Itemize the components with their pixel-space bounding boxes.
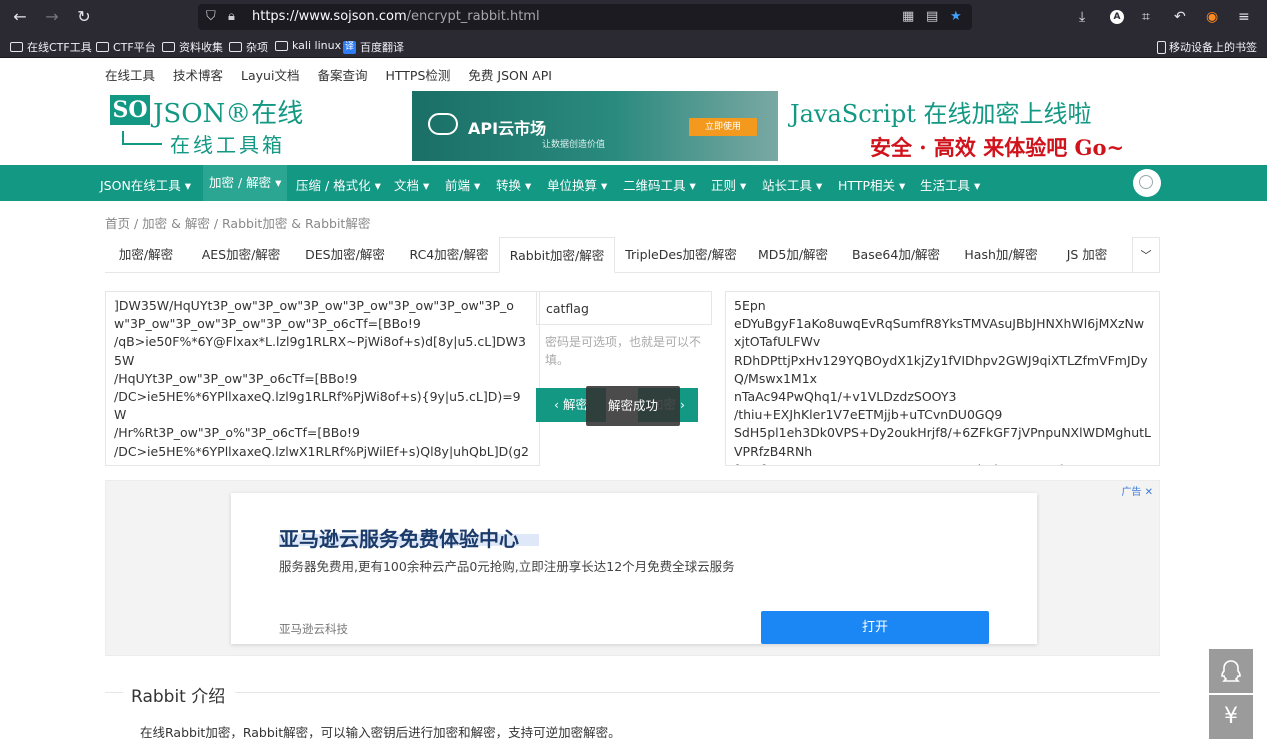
tab-base64[interactable]: Base64加/解密 [843,237,949,273]
intro-text: 在线Rabbit加密，Rabbit解密，可以输入密钥后进行加密和解密，支持可逆加… [140,725,621,740]
nav-unit-convert[interactable]: 单位换算 ▾ [547,175,607,194]
divider [235,692,1160,693]
toplink[interactable]: HTTPS检测 [385,65,450,84]
toplink[interactable]: 免费 JSON API [468,65,552,84]
ad-brand: 亚马逊云科技 [279,622,348,636]
banner-button[interactable]: 立即使用 [689,118,757,136]
folder-icon [162,42,175,52]
bookmark-item[interactable]: 杂项 [229,39,268,55]
nav-json-tools[interactable]: JSON在线工具 ▾ [100,175,191,194]
bookmarks-bar: 在线CTF工具 CTF平台 资料收集 杂项 kali linux 译百度翻译 移… [0,34,1267,58]
menu-icon[interactable]: ≡ [1238,8,1250,26]
tab-rc4[interactable]: RC4加密/解密 [399,237,499,273]
site-logo[interactable]: SO JSON®在线 在线工具箱 [110,93,310,159]
logo-arrow-icon [122,131,162,145]
cloud-icon [428,113,458,135]
nav-regex[interactable]: 正则 ▾ [711,175,746,194]
decrypt-label: 解密 [562,397,588,412]
qq-icon[interactable] [1209,649,1253,693]
nav-qrcode[interactable]: 二维码工具 ▾ [623,175,696,194]
chevron-down-icon[interactable]: ﹀ [1132,237,1160,273]
tab-tripledes[interactable]: TripleDes加密/解密 [619,237,743,273]
ad-description: 服务器免费用,更有100余种云产品0元抢购,立即注册享长达12个月免费全球云服务 [279,559,735,574]
tab-md5[interactable]: MD5加/解密 [749,237,837,273]
nav-encrypt-decrypt[interactable]: 加密 / 解密 ▾ [203,165,288,201]
toplink[interactable]: 在线工具 [105,65,155,84]
logo-so: SO [110,95,150,125]
qr-code-icon[interactable]: ▦ [902,9,914,24]
reload-icon[interactable]: ↻ [76,9,92,25]
reader-view-icon[interactable]: ▤ [926,9,938,24]
nav-convert[interactable]: 转换 ▾ [496,175,531,194]
nav-docs[interactable]: 文档 ▾ [394,175,429,194]
nav-compress-format[interactable]: 压缩 / 格式化 ▾ [296,175,381,194]
mobile-device-icon [1157,40,1166,54]
main-nav: JSON在线工具 ▾ 加密 / 解密 ▾ 压缩 / 格式化 ▾ 文档 ▾ 前端 … [0,165,1267,201]
output-textarea[interactable]: 5Epn eDYuBgyF1aKo8uwqEvRqSumfR8YksTMVAsu… [725,291,1160,466]
bookmark-item[interactable]: kali linux [275,39,341,52]
bookmark-item[interactable]: 资料收集 [162,39,223,55]
crop-icon[interactable]: ⌗ [1142,8,1150,26]
ad-title[interactable]: 亚马逊云服务免费体验中心 [279,523,519,552]
address-bar[interactable]: ⛉ 🔒︎ https://www.sojson.com/encrypt_rabb… [198,4,972,30]
lock-icon[interactable]: 🔒︎ [228,9,235,24]
key-tip: 密码是可选项，也就是可以不填。 [545,335,702,367]
ad-container: 广告 ✕ 亚马逊云服务免费体验中心 服务器免费用,更有100余种云产品0元抢购,… [105,480,1160,656]
divider [105,692,123,693]
logo-subtitle: 在线工具箱 [170,133,285,157]
tab-encrypt-decrypt[interactable]: 加密/解密 [105,237,187,273]
nav-http[interactable]: HTTP相关 ▾ [838,175,905,194]
input-textarea[interactable]: ]DW35W/HqUYt3P_ow"3P_ow"3P_ow"3P_ow"3P_o… [105,291,540,466]
nav-webmaster[interactable]: 站长工具 ▾ [762,175,822,194]
promo-headline[interactable]: JavaScript 在线加密上线啦 [790,94,1091,129]
banner-subtitle: 让数据创造价值 [542,140,606,150]
translate-icon: 译 [343,40,356,54]
ad-label[interactable]: 广告 ✕ [1121,483,1153,498]
browser-toolbar: ← → ↻ ⛉ 🔒︎ https://www.sojson.com/encryp… [0,0,1267,34]
tab-des[interactable]: DES加密/解密 [295,237,395,273]
undo-icon[interactable]: ↶ [1174,8,1186,26]
tool-tabs: 加密/解密 AES加密/解密 DES加密/解密 RC4加密/解密 Rabbit加… [105,237,1160,273]
forward-icon[interactable]: → [44,9,60,25]
folder-icon [275,40,288,51]
tab-hash[interactable]: Hash加/解密 [953,237,1049,273]
yuan-donate-icon[interactable]: ¥ [1209,695,1253,739]
extension-icon[interactable]: ◉ [1206,8,1218,26]
toplink[interactable]: 备案查询 [317,65,367,84]
tab-aes[interactable]: AES加密/解密 [191,237,291,273]
nav-life-tools[interactable]: 生活工具 ▾ [920,175,980,194]
download-icon[interactable]: ⤓ [1079,8,1085,26]
mobile-bookmarks[interactable]: 移动设备上的书签 [1157,39,1257,55]
intro-title: Rabbit 介绍 [131,687,226,707]
api-market-banner[interactable]: API云市场 让数据创造价值 立即使用 [412,91,778,161]
bookmark-star-icon[interactable]: ★ [950,9,962,24]
banner-title: API云市场 [468,119,547,138]
back-icon[interactable]: ← [12,9,28,25]
tab-js-encrypt[interactable]: JS 加密 [1055,237,1119,273]
url-text[interactable]: https://www.sojson.com/encrypt_rabbit.ht… [252,9,540,24]
nav-frontend[interactable]: 前端 ▾ [445,175,480,194]
key-input[interactable]: catflag [536,291,712,325]
logo-json: JSON®在线 [153,99,304,129]
toast-message: 解密成功 [586,386,680,426]
breadcrumb[interactable]: 首页 / 加密 & 解密 / Rabbit加密 & Rabbit解密 [105,213,370,232]
site-top-links: 在线工具 技术博客 Layui文档 备案查询 HTTPS检测 免费 JSON A… [105,65,552,84]
bookmark-item[interactable]: 在线CTF工具 [10,39,92,55]
folder-icon [96,42,109,52]
promo-tagline[interactable]: 安全 · 高效 来体验吧 Go~ [870,132,1124,162]
account-icon[interactable]: A [1110,10,1124,24]
folder-icon [10,42,23,52]
bookmark-item[interactable]: CTF平台 [96,39,156,55]
ad-open-button[interactable]: 打开 [761,611,989,644]
toplink[interactable]: 技术博客 [173,65,223,84]
search-icon[interactable] [1133,169,1161,197]
bookmark-item[interactable]: 译百度翻译 [343,39,404,55]
folder-icon [229,42,242,52]
shield-icon[interactable]: ⛉ [206,9,216,24]
tab-rabbit[interactable]: Rabbit加密/解密 [499,237,615,273]
toplink[interactable]: Layui文档 [241,65,299,84]
ad-card[interactable]: 亚马逊云服务免费体验中心 服务器免费用,更有100余种云产品0元抢购,立即注册享… [231,493,1037,644]
